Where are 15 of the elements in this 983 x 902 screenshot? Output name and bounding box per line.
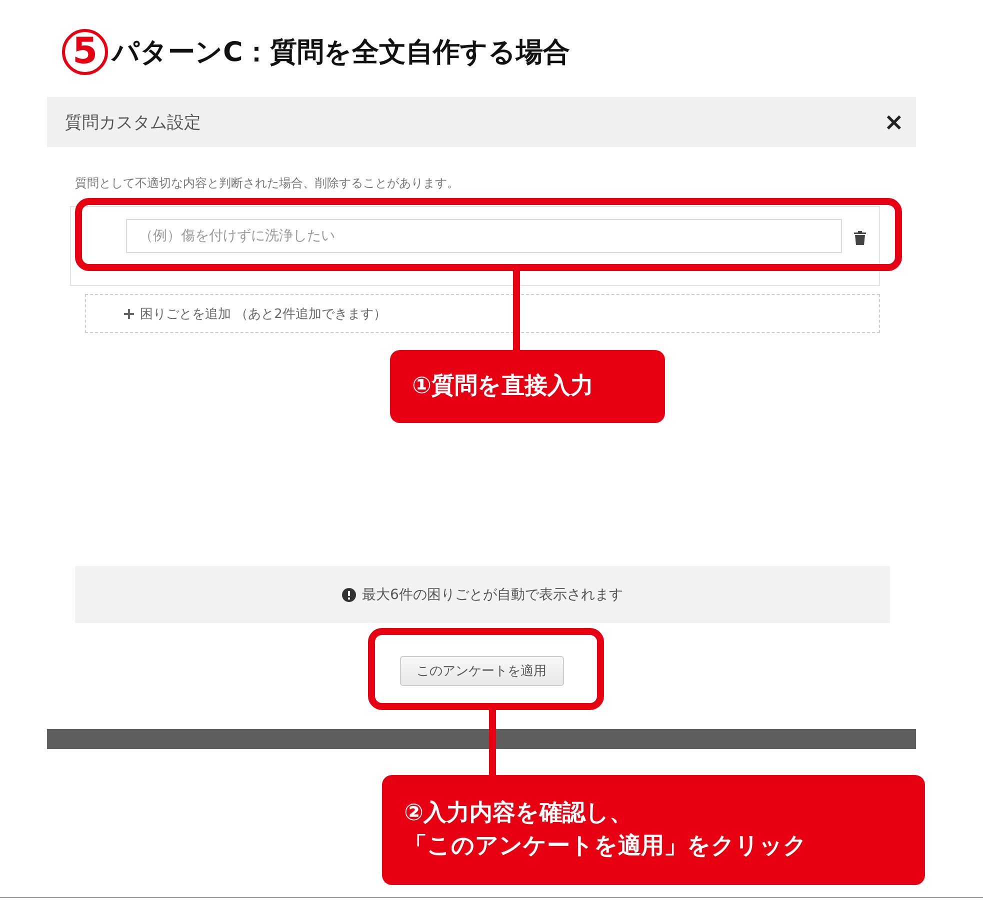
trash-icon[interactable] bbox=[854, 231, 866, 245]
callout-line: 「このアンケートを適用」をクリック bbox=[404, 832, 807, 861]
add-item-button[interactable]: 困りごとを追加 （あと2件追加できます） bbox=[85, 294, 880, 333]
notice-text: 質問として不適切な内容と判断された場合、削除することがあります。 bbox=[75, 175, 460, 192]
exclamation-icon bbox=[342, 588, 356, 602]
plus-icon bbox=[124, 308, 134, 318]
close-button[interactable]: × bbox=[884, 108, 904, 136]
info-text: 最大6件の困りごとが自動で表示されます bbox=[362, 586, 623, 604]
callout-line: ②入力内容を確認し、 bbox=[404, 798, 632, 828]
apply-button[interactable]: このアンケートを適用 bbox=[400, 656, 564, 686]
page-heading: パターンC：質問を全文自作する場合 bbox=[112, 36, 570, 70]
question-input[interactable]: （例）傷を付けずに洗浄したい bbox=[126, 219, 842, 253]
dialog-title: 質問カスタム設定 bbox=[65, 112, 201, 134]
callout-text: ①質問を直接入力 bbox=[390, 350, 665, 423]
step-number: 5 bbox=[62, 28, 108, 74]
